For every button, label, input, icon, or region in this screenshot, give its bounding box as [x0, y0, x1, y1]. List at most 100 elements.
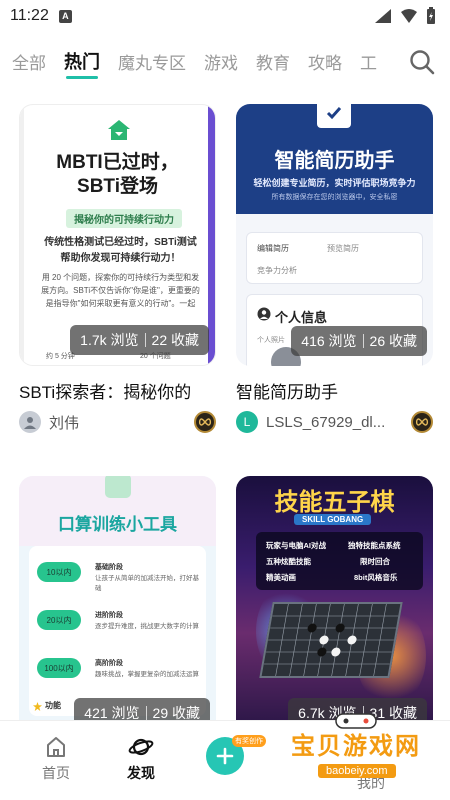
- feature-item: 限时回合: [360, 557, 390, 566]
- level-badge: 10以内: [37, 562, 81, 582]
- tab-list: 全部 热门 魔丸专区 游戏 教育 攻略 工: [0, 39, 392, 83]
- house-icon: [108, 120, 130, 140]
- thumb-heading: 口算训练小工具: [58, 515, 177, 534]
- thumb-body-small: 用 20 个问题，探索你的可持续行为类型和发展方向。SBTi不仅告诉你"你是谁"…: [41, 273, 200, 308]
- wifi-icon: [401, 9, 417, 23]
- stats-pill: 421 浏览 29 收藏: [74, 698, 210, 720]
- tab-tools[interactable]: 工: [360, 39, 377, 83]
- level-desc: 趣味挑战，掌握更复杂的加减法运算: [95, 671, 199, 678]
- feature-item: 玩家与电脑AI对战: [266, 541, 326, 550]
- thumb-heading: 智能简历助手: [274, 150, 395, 172]
- thumb-feature-box: 玩家与电脑AI对战 独特技能点系统 五种炫酷技能 限时回合 精美动画 8bit风…: [256, 532, 423, 590]
- person-icon: [24, 417, 36, 429]
- view-count: 1.7k 浏览: [80, 332, 139, 348]
- thumb-heading: MBTI已过时， SBTi登场: [20, 151, 215, 199]
- menu-edit: 编辑简历: [257, 244, 289, 253]
- thumb-subtitle: SKILL GOBANG: [294, 514, 372, 525]
- nav-discover[interactable]: 发现: [111, 735, 171, 783]
- feature-item: 精美动画: [266, 573, 296, 582]
- nav-home-label: 首页: [42, 765, 70, 781]
- avatar[interactable]: [19, 411, 41, 433]
- level-name: 进阶阶段: [95, 612, 123, 619]
- stats-pill: 416 浏览 26 收藏: [291, 326, 427, 356]
- calculator-icon: [105, 476, 131, 498]
- card-thumbnail[interactable]: 口算训练小工具 10以内 基础阶段 让孩子从简单的加减法开始，打好基础 20以内…: [19, 476, 216, 720]
- infinity-badge-icon: [194, 411, 216, 433]
- card-author[interactable]: 刘伟: [19, 410, 216, 434]
- level-desc: 逐步提升难度，挑战更大数字的计算: [95, 623, 199, 630]
- card-thumbnail[interactable]: MBTI已过时， SBTi登场 揭秘你的可持续行动力 传统性格测试已经过时，SB…: [19, 104, 216, 366]
- watermark-title: 宝贝游戏网: [291, 733, 421, 760]
- thumb-heading-line1: MBTI已过时，: [56, 152, 179, 173]
- search-icon[interactable]: [408, 48, 436, 76]
- level-desc: 让孩子从简单的加减法开始，打好基础: [95, 575, 199, 592]
- tab-education[interactable]: 教育: [256, 39, 290, 83]
- author-name[interactable]: 刘伟: [49, 412, 79, 433]
- tab-hot[interactable]: 热门: [64, 39, 100, 83]
- check-icon: [317, 104, 351, 128]
- tab-mowan[interactable]: 魔丸专区: [118, 39, 186, 83]
- user-circle-icon: [257, 307, 271, 321]
- feature-item: 独特技能点系统: [348, 541, 401, 550]
- thumb-heading-line2: SBTi登场: [77, 176, 158, 197]
- infinity-badge-icon: [411, 411, 433, 433]
- card-resume[interactable]: 智能简历助手 轻松创建专业简历，实时评估职场竞争力 所有数据保存在您的浏览器中，…: [236, 104, 433, 434]
- notification-icon: A: [58, 9, 72, 23]
- gobang-board: [259, 602, 403, 678]
- status-icons: [374, 7, 436, 25]
- plus-icon: [216, 747, 234, 765]
- card-gobang[interactable]: 技能五子棋 SKILL GOBANG 玩家与电脑AI对战 独特技能点系统 五种炫…: [236, 476, 433, 720]
- level-name: 高阶阶段: [95, 660, 123, 667]
- level-badge: 20以内: [37, 610, 81, 630]
- stats-divider: [145, 706, 147, 720]
- card-title[interactable]: 智能简历助手: [236, 378, 433, 400]
- card-author[interactable]: L LSLS_67929_dl...: [236, 410, 433, 434]
- watermark-logo: 宝贝游戏网 baobeiy.com: [272, 713, 440, 798]
- thumb-subtitle: 轻松创建专业简历，实时评估职场竞争力: [253, 178, 416, 188]
- thumb-levels-panel: 10以内 基础阶段 让孩子从简单的加减法开始，打好基础 20以内 进阶阶段 逐步…: [29, 546, 206, 716]
- battery-icon: [427, 7, 435, 24]
- thumb-edge-accent: [208, 105, 215, 365]
- avatar[interactable]: L: [236, 411, 258, 433]
- view-count: 416 浏览: [301, 333, 357, 349]
- stats-divider: [144, 333, 146, 347]
- thumb-heading: 技能五子棋: [274, 489, 395, 516]
- nav-discover-label: 发现: [127, 765, 155, 781]
- menu-preview: 预览简历: [327, 244, 359, 253]
- tab-all[interactable]: 全部: [12, 39, 46, 83]
- create-reward-badge: 有奖创作: [232, 735, 266, 747]
- star-icon: [33, 702, 42, 711]
- tab-guides[interactable]: 攻略: [308, 39, 342, 83]
- planet-icon: [128, 738, 154, 756]
- card-sbti[interactable]: MBTI已过时， SBTi登场 揭秘你的可持续行动力 传统性格测试已经过时，SB…: [19, 104, 216, 434]
- thumb-body: 传统性格测试已经过时，SBTi测试帮助你发现可持续行动力！: [44, 237, 197, 264]
- thumb-menu-panel: 编辑简历 预览简历 竞争力分析: [246, 232, 423, 284]
- view-count: 421 浏览: [84, 705, 140, 720]
- info-label: 个人照片: [257, 337, 285, 344]
- stats-divider: [362, 334, 364, 348]
- favorite-count: 29 收藏: [152, 705, 200, 720]
- menu-analysis: 竞争力分析: [257, 266, 297, 275]
- info-title: 个人信息: [275, 310, 328, 325]
- level-name: 基础阶段: [95, 564, 123, 571]
- stats-pill: 1.7k 浏览 22 收藏: [70, 325, 209, 355]
- category-tabs: 全部 热门 魔丸专区 游戏 教育 攻略 工: [0, 38, 450, 84]
- watermark-url: baobeiy.com: [318, 764, 396, 778]
- home-icon: [47, 737, 65, 757]
- status-bar: 11:22 A: [0, 0, 450, 32]
- card-thumbnail[interactable]: 技能五子棋 SKILL GOBANG 玩家与电脑AI对战 独特技能点系统 五种炫…: [236, 476, 433, 720]
- thumb-note: 所有数据保存在您的浏览器中，安全私密: [271, 194, 398, 201]
- author-name[interactable]: LSLS_67929_dl...: [266, 414, 385, 431]
- signal-icon: [375, 9, 391, 23]
- favorite-count: 26 收藏: [369, 333, 417, 349]
- tab-games[interactable]: 游戏: [204, 39, 238, 83]
- nav-home[interactable]: 首页: [26, 735, 86, 783]
- status-time: 11:22: [10, 7, 49, 24]
- feature-item: 五种炫酷技能: [266, 557, 311, 566]
- card-thumbnail[interactable]: 智能简历助手 轻松创建专业简历，实时评估职场竞争力 所有数据保存在您的浏览器中，…: [236, 104, 433, 366]
- card-title[interactable]: SBTi探索者：揭秘你的: [19, 378, 216, 400]
- feature-item: 8bit风格音乐: [354, 573, 398, 582]
- card-math-trainer[interactable]: 口算训练小工具 10以内 基础阶段 让孩子从简单的加减法开始，打好基础 20以内…: [19, 476, 216, 720]
- level-badge: 100以内: [37, 658, 81, 678]
- thumb-feature: 功能: [45, 701, 61, 710]
